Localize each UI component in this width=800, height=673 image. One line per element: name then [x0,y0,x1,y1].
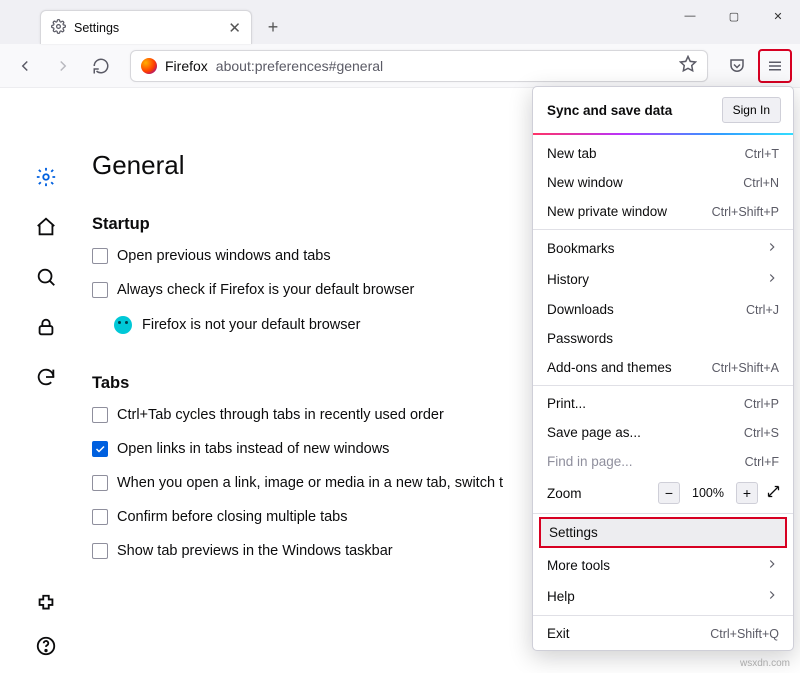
app-menu-button[interactable] [758,49,792,83]
maximize-button[interactable]: ▢ [712,0,756,32]
mi-passwords[interactable]: Passwords [533,324,793,353]
mi-addons[interactable]: Add-ons and themesCtrl+Shift+A [533,353,793,382]
rail-privacy-icon[interactable] [35,316,57,338]
checkbox-checked[interactable] [92,441,108,457]
opt-label: Open links in tabs instead of new window… [117,441,389,457]
watermark: wsxdn.com [740,658,790,669]
rail-help-icon[interactable] [35,635,57,657]
window-controls: — ▢ ✕ [668,0,800,32]
checkbox[interactable] [92,543,108,559]
back-button[interactable] [8,49,42,83]
chevron-right-icon [765,588,779,605]
nav-toolbar: Firefox about:preferences#general [0,44,800,88]
sad-face-icon [114,316,132,334]
zoom-value: 100% [688,486,728,500]
mi-print[interactable]: Print...Ctrl+P [533,389,793,418]
mi-exit[interactable]: ExitCtrl+Shift+Q [533,619,793,648]
category-rail [0,88,92,673]
mi-help[interactable]: Help [533,581,793,612]
new-tab-button[interactable]: + [258,12,288,42]
rail-search-icon[interactable] [35,266,57,288]
gear-icon [51,19,66,37]
tab-settings[interactable]: Settings ✕ [40,10,252,44]
chevron-right-icon [765,240,779,257]
menu-separator [533,615,793,616]
mi-bookmarks[interactable]: Bookmarks [533,233,793,264]
opt-label: When you open a link, image or media in … [117,475,503,491]
app-menu-panel: Sync and save data Sign In New tabCtrl+T… [532,86,794,651]
opt-label: Confirm before closing multiple tabs [117,509,348,525]
opt-label: Open previous windows and tabs [117,248,331,264]
bookmark-star-icon[interactable] [679,55,697,76]
zoom-in-button[interactable]: + [736,482,758,504]
mi-find[interactable]: Find in page...Ctrl+F [533,447,793,476]
menu-separator [533,385,793,386]
chevron-right-icon [765,557,779,574]
checkbox[interactable] [92,248,108,264]
menu-sync-header: Sync and save data Sign In [533,87,793,133]
opt-label: Show tab previews in the Windows taskbar [117,543,393,559]
zoom-out-button[interactable]: − [658,482,680,504]
mi-history[interactable]: History [533,264,793,295]
url-bar[interactable]: Firefox about:preferences#general [130,50,708,82]
checkbox[interactable] [92,282,108,298]
fullscreen-icon[interactable] [766,484,781,502]
tab-close-icon[interactable]: ✕ [228,19,241,37]
checkbox[interactable] [92,475,108,491]
gradient-separator [533,133,793,135]
pocket-icon[interactable] [720,49,754,83]
opt-label: Always check if Firefox is your default … [117,282,414,298]
status-text: Firefox is not your default browser [142,317,360,333]
menu-separator [533,513,793,514]
chevron-right-icon [765,271,779,288]
rail-sync-icon[interactable] [35,366,57,388]
mi-downloads[interactable]: DownloadsCtrl+J [533,295,793,324]
mi-new-tab[interactable]: New tabCtrl+T [533,139,793,168]
url-text: about:preferences#general [216,58,383,74]
opt-label: Ctrl+Tab cycles through tabs in recently… [117,407,444,423]
minimize-button[interactable]: — [668,0,712,32]
rail-home-icon[interactable] [35,216,57,238]
rail-extensions-icon[interactable] [35,593,57,615]
reload-button[interactable] [84,49,118,83]
checkbox[interactable] [92,407,108,423]
checkbox[interactable] [92,509,108,525]
mi-settings[interactable]: Settings [539,517,787,548]
forward-button[interactable] [46,49,80,83]
mi-save[interactable]: Save page as...Ctrl+S [533,418,793,447]
url-brand: Firefox [165,58,208,74]
mi-more-tools[interactable]: More tools [533,550,793,581]
sync-title: Sync and save data [547,103,672,118]
zoom-label: Zoom [547,486,650,501]
mi-zoom: Zoom − 100% + [533,476,793,510]
sign-in-button[interactable]: Sign In [722,97,781,123]
menu-separator [533,229,793,230]
rail-general-icon[interactable] [35,166,57,188]
tab-label: Settings [74,21,220,35]
mi-new-private[interactable]: New private windowCtrl+Shift+P [533,197,793,226]
mi-new-window[interactable]: New windowCtrl+N [533,168,793,197]
close-button[interactable]: ✕ [756,0,800,32]
firefox-logo-icon [141,58,157,74]
